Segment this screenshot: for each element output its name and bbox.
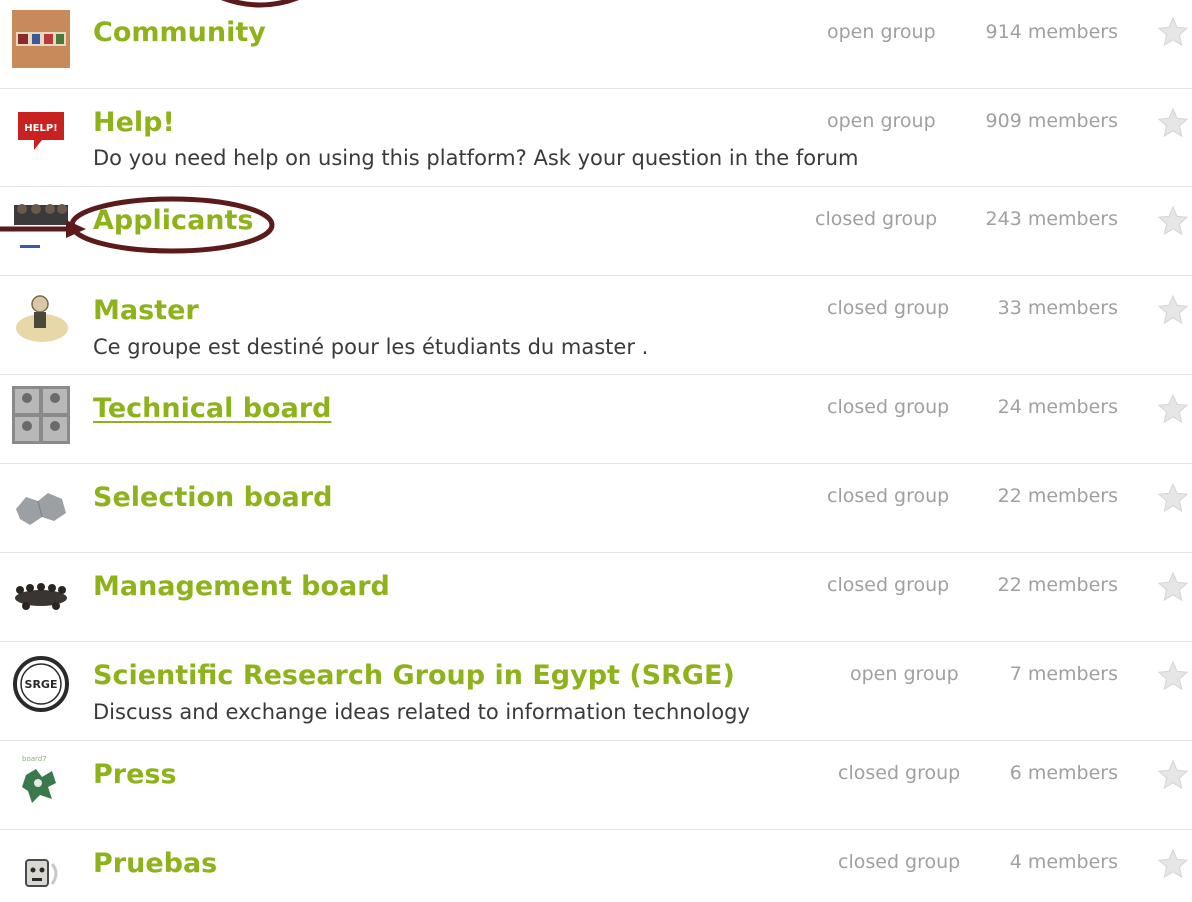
star-icon[interactable]	[1156, 205, 1190, 237]
star-icon[interactable]	[1156, 393, 1190, 425]
group-type: closed group	[838, 851, 961, 873]
star-icon[interactable]	[1156, 759, 1190, 791]
member-count: 7 members	[1009, 663, 1118, 685]
group-description: Ce groupe est destiné pour les étudiants…	[93, 335, 649, 359]
member-count: 24 members	[997, 396, 1118, 418]
technical-board-people-thumb[interactable]	[12, 386, 70, 444]
group-row-press: board7 Press closed group 6 members	[0, 741, 1192, 830]
star-icon[interactable]	[1156, 482, 1190, 514]
group-type: open group	[827, 21, 936, 43]
group-name-srge[interactable]: Scientific Research Group in Egypt (SRGE…	[93, 659, 735, 693]
group-row-community: Community open group 914 members	[0, 0, 1192, 89]
star-icon[interactable]	[1156, 107, 1190, 139]
master-graduate-thumb[interactable]	[12, 288, 70, 346]
group-row-pruebas: Pruebas closed group 4 members	[0, 830, 1192, 902]
member-count: 6 members	[1009, 762, 1118, 784]
group-name-management-board[interactable]: Management board	[93, 570, 390, 604]
member-count: 4 members	[1009, 851, 1118, 873]
group-row-technical-board: Technical board closed group 24 members	[0, 375, 1192, 464]
star-icon[interactable]	[1156, 294, 1190, 326]
group-name-press[interactable]: Press	[93, 758, 177, 792]
press-logo-text: board7	[22, 755, 47, 763]
group-name-applicants[interactable]: Applicants	[93, 204, 253, 238]
group-type: closed group	[815, 208, 938, 230]
group-row-selection-board: Selection board closed group 22 members	[0, 464, 1192, 553]
group-type: closed group	[827, 485, 950, 507]
group-type: closed group	[838, 762, 961, 784]
group-type: open group	[827, 110, 936, 132]
group-type: closed group	[827, 574, 950, 596]
group-row-management-board: Management board closed group 22 members	[0, 553, 1192, 642]
star-icon[interactable]	[1156, 848, 1190, 880]
group-description: Discuss and exchange ideas related to in…	[93, 700, 750, 724]
group-type: closed group	[827, 297, 950, 319]
srge-logo-text: SRGE	[25, 678, 58, 691]
group-name-technical-board[interactable]: Technical board	[93, 392, 331, 426]
member-count: 914 members	[985, 21, 1118, 43]
member-count: 33 members	[997, 297, 1118, 319]
star-icon[interactable]	[1156, 16, 1190, 48]
group-name-help[interactable]: Help!	[93, 106, 175, 140]
group-row-help: HELP! Help! Do you need help on using th…	[0, 89, 1192, 187]
management-board-table-thumb[interactable]	[12, 568, 70, 626]
group-type: open group	[850, 663, 959, 685]
group-name-master[interactable]: Master	[93, 294, 199, 328]
press-figure-thumb[interactable]: board7	[12, 751, 70, 809]
help-speech-bubble-thumb[interactable]: HELP!	[12, 104, 70, 162]
svg-text:HELP!: HELP!	[24, 123, 57, 134]
group-name-community[interactable]: Community	[93, 16, 266, 50]
group-type: closed group	[827, 396, 950, 418]
star-icon[interactable]	[1156, 571, 1190, 603]
star-icon[interactable]	[1156, 660, 1190, 692]
member-count: 909 members	[985, 110, 1118, 132]
community-photo-thumb[interactable]	[12, 10, 70, 68]
member-count: 22 members	[997, 485, 1118, 507]
group-name-pruebas[interactable]: Pruebas	[93, 847, 217, 881]
applicants-crowd-thumb[interactable]	[12, 197, 70, 255]
group-row-master: Master Ce groupe est destiné pour les ét…	[0, 276, 1192, 375]
group-description: Do you need help on using this platform?…	[93, 146, 859, 170]
selection-board-map-thumb[interactable]	[12, 479, 70, 537]
srge-logo-thumb[interactable]: SRGE	[12, 655, 70, 713]
group-row-applicants: Applicants closed group 243 members	[0, 187, 1192, 276]
group-name-selection-board[interactable]: Selection board	[93, 481, 332, 515]
pruebas-face-thumb[interactable]	[12, 844, 70, 902]
member-count: 22 members	[997, 574, 1118, 596]
group-row-srge: SRGE Scientific Research Group in Egypt …	[0, 642, 1192, 741]
member-count: 243 members	[985, 208, 1118, 230]
